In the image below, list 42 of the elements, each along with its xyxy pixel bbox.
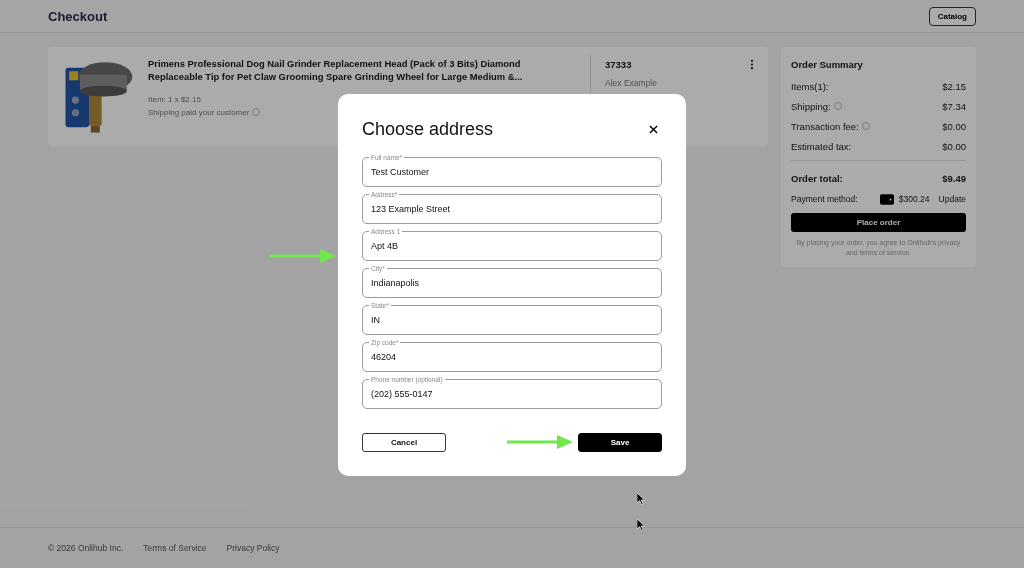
- product-title[interactable]: Primens Professional Dog Nail Grinder Replacement Head (Pack of 3 Bits) Diamond Replaceable Tip for Pet Claw Grooming Spare Grinding Wheel for Large Medium &...: [148, 57, 558, 83]
- cancel-button[interactable]: Cancel: [362, 433, 446, 452]
- summary-label: Transaction fee:: [791, 120, 859, 132]
- order-number: 37333: [605, 59, 632, 70]
- summary-value: $0.00: [942, 140, 966, 152]
- close-icon[interactable]: [649, 124, 658, 134]
- summary-value: $0.00: [942, 120, 966, 132]
- recipient-name: Alex Example: [605, 78, 658, 89]
- arrow-icon: [507, 435, 573, 449]
- wallet-icon: [879, 193, 894, 205]
- page-title: Checkout: [48, 8, 108, 24]
- summary-label: Shipping:: [791, 100, 831, 112]
- copyright-text: © 2026 Onlihub Inc.: [48, 543, 124, 553]
- total-label: Order total:: [791, 172, 843, 184]
- save-button[interactable]: Save: [578, 433, 662, 452]
- text-input[interactable]: Apt 4B: [371, 241, 653, 251]
- summary-label: Items(1):: [791, 80, 829, 92]
- catalog-button[interactable]: Catalog: [928, 6, 976, 26]
- arrow-icon: [270, 249, 336, 263]
- footer-link[interactable]: Terms of Service: [143, 543, 207, 553]
- place-order-button[interactable]: Place order: [791, 213, 966, 232]
- text-input[interactable]: Indianapolis: [371, 278, 653, 288]
- summary-value: $2.15: [942, 80, 966, 92]
- summary-title: Order Summary: [791, 59, 864, 70]
- footer-link[interactable]: Privacy Policy: [226, 543, 280, 553]
- cursor-icon: [637, 493, 645, 505]
- payment-label: Payment method:: [791, 194, 858, 204]
- item-quantity: Item: 1 x $2.15: [148, 95, 201, 104]
- dialog-title: Choose address: [362, 118, 494, 140]
- text-input[interactable]: 46204: [371, 352, 653, 362]
- payment-balance: $300.24: [898, 194, 930, 204]
- text-input[interactable]: (202) 555-0147: [371, 389, 653, 399]
- text-input[interactable]: IN: [371, 315, 653, 325]
- summary-label: Estimated tax:: [791, 140, 852, 152]
- more-options-icon[interactable]: [750, 59, 754, 70]
- cursor-icon: [637, 519, 645, 531]
- summary-value: $7.34: [942, 100, 966, 112]
- update-link[interactable]: Update: [938, 194, 966, 204]
- shipping-note: Shipping paid your customer: [148, 108, 250, 117]
- text-input[interactable]: 123 Example Street: [371, 204, 653, 214]
- total-value: $9.49: [942, 172, 966, 184]
- text-input[interactable]: Test Customer: [371, 167, 653, 177]
